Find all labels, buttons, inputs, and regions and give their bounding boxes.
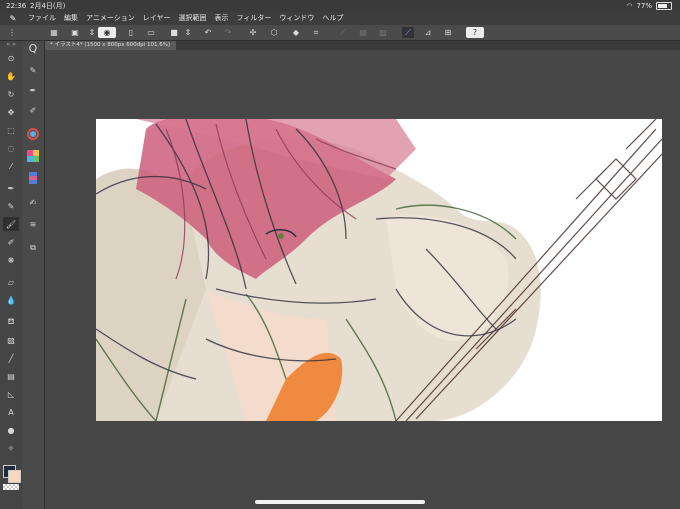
menu-layer[interactable]: レイヤー bbox=[139, 12, 175, 25]
drawing-canvas[interactable] bbox=[96, 119, 662, 421]
sub-color-swatch[interactable] bbox=[8, 470, 21, 483]
ruler-snap-icon[interactable]: ⟋ bbox=[402, 27, 414, 38]
collapse-icon[interactable]: « » bbox=[0, 41, 22, 48]
gradient-icon[interactable]: ▨ bbox=[3, 333, 19, 347]
menu-view[interactable]: 表示 bbox=[211, 12, 233, 25]
brush-icon[interactable]: 🖌 bbox=[3, 217, 19, 231]
lasso-icon[interactable]: ◌ bbox=[3, 141, 19, 155]
new-file-icon[interactable]: ▯ bbox=[125, 27, 137, 38]
move-icon[interactable]: ✥ bbox=[3, 105, 19, 119]
color-swatches[interactable] bbox=[3, 465, 21, 483]
app-logo-icon[interactable]: ✎ bbox=[6, 14, 20, 23]
color-set-icon[interactable] bbox=[25, 149, 41, 163]
status-right: ◠ 77% bbox=[626, 0, 672, 12]
layout-alt-icon[interactable]: ▣ bbox=[69, 27, 81, 38]
menu-selection[interactable]: 選択範囲 bbox=[175, 12, 211, 25]
perspective-icon[interactable]: ⊿ bbox=[422, 27, 434, 38]
menu-animation[interactable]: アニメーション bbox=[82, 12, 139, 25]
correction-icon[interactable]: ✧ bbox=[3, 441, 19, 455]
menu-edit[interactable]: 編集 bbox=[60, 12, 82, 25]
hand-icon[interactable]: ✋ bbox=[3, 69, 19, 83]
clear-icon[interactable]: ⬡ bbox=[268, 27, 280, 38]
text-icon[interactable]: A bbox=[3, 405, 19, 419]
menu-window[interactable]: ウィンドウ bbox=[275, 12, 318, 25]
undo-icon[interactable]: ↶ bbox=[202, 27, 214, 38]
search-icon[interactable]: Q bbox=[25, 41, 41, 55]
redo-icon[interactable]: ↷ bbox=[222, 27, 234, 38]
fill-icon[interactable]: ◆ bbox=[290, 27, 302, 38]
fill-bucket-icon[interactable]: ⛾ bbox=[3, 315, 19, 329]
document-tab[interactable]: * イラスト4* (1500 x 800px 600dpi 101.6%) bbox=[44, 41, 177, 50]
rotate-icon[interactable]: ↻ bbox=[3, 87, 19, 101]
sub-tool-palette: Q ✎ ✒ ✐ ✍ ≋ ⧉ bbox=[22, 41, 45, 509]
command-bar: ⋮ ▦ ▣ ⇕ ◉ ▯ ▭ ■ ⇕ ↶ ↷ ✣ ⬡ ◆ ⌗ ⟋ ▤ ▧ ⟋ ⊿ … bbox=[0, 25, 680, 41]
artwork-sketch bbox=[96, 119, 662, 421]
menu-grid-icon[interactable]: ⋮ bbox=[6, 27, 18, 38]
status-time: 22:36 bbox=[6, 2, 27, 10]
similar-color-icon[interactable]: ✍ bbox=[25, 195, 41, 209]
menu-filter[interactable]: フィルター bbox=[233, 12, 276, 25]
eyedropper-icon[interactable]: ⁄ bbox=[3, 159, 19, 173]
battery-percent: 77% bbox=[636, 2, 652, 10]
ruler-tool-icon[interactable]: ◺ bbox=[3, 387, 19, 401]
view-icon[interactable]: ◉ bbox=[98, 27, 116, 38]
status-date: 2月4日(月) bbox=[30, 2, 66, 10]
layer-snap-icon[interactable]: ▧ bbox=[377, 27, 389, 38]
stepper-icon[interactable]: ⇕ bbox=[86, 27, 98, 38]
airbrush-icon[interactable]: ✐ bbox=[3, 235, 19, 249]
frame-icon[interactable]: ▤ bbox=[3, 369, 19, 383]
navigator-icon[interactable]: ⧉ bbox=[25, 241, 41, 255]
intermediate-color-icon[interactable] bbox=[25, 171, 41, 185]
open-file-icon[interactable]: ▭ bbox=[145, 27, 157, 38]
brush-sub-2-icon[interactable]: ✒ bbox=[25, 83, 41, 97]
battery-icon bbox=[656, 2, 672, 10]
snap-icon[interactable]: ▤ bbox=[357, 27, 369, 38]
document-tab-bar: * イラスト4* (1500 x 800px 600dpi 101.6%) bbox=[44, 41, 680, 50]
ruler-icon[interactable]: ⟋ bbox=[337, 27, 349, 38]
color-wheel-icon[interactable] bbox=[25, 127, 41, 141]
transform-icon[interactable]: ✣ bbox=[247, 27, 259, 38]
help-icon[interactable]: ? bbox=[466, 27, 484, 38]
balloon-icon[interactable]: ● bbox=[3, 423, 19, 437]
wifi-icon: ◠ bbox=[626, 2, 633, 10]
brush-sub-1-icon[interactable]: ✎ bbox=[25, 63, 41, 77]
home-indicator[interactable] bbox=[255, 500, 425, 504]
special-ruler-icon[interactable]: ⊞ bbox=[442, 27, 454, 38]
select-rect-icon[interactable]: ⬚ bbox=[3, 123, 19, 137]
transparent-color-swatch[interactable] bbox=[3, 484, 19, 490]
figure-icon[interactable]: ╱ bbox=[3, 351, 19, 365]
layout-icon[interactable]: ▦ bbox=[48, 27, 60, 38]
menu-bar: ✎ ファイル 編集 アニメーション レイヤー 選択範囲 表示 フィルター ウィン… bbox=[0, 12, 680, 25]
brush-sub-3-icon[interactable]: ✐ bbox=[25, 103, 41, 117]
blend-icon[interactable]: 💧 bbox=[3, 293, 19, 307]
status-bar: 22:36 2月4日(月) ◠ 77% bbox=[0, 0, 680, 12]
crop-icon[interactable]: ⌗ bbox=[310, 27, 322, 38]
tool-palette: « » ⊙ ✋ ↻ ✥ ⬚ ◌ ⁄ ✒ ✎ 🖌 ✐ ❋ ▱ 💧 ⛾ ▨ ╱ ▤ … bbox=[0, 41, 23, 509]
layer-icon[interactable]: ≋ bbox=[25, 217, 41, 231]
zoom-icon[interactable]: ⊙ bbox=[3, 51, 19, 65]
save-icon[interactable]: ■ bbox=[168, 27, 180, 38]
eraser-icon[interactable]: ▱ bbox=[3, 275, 19, 289]
pencil-icon[interactable]: ✎ bbox=[3, 199, 19, 213]
stepper-2-icon[interactable]: ⇕ bbox=[182, 27, 194, 38]
menu-file[interactable]: ファイル bbox=[24, 12, 60, 25]
pen-icon[interactable]: ✒ bbox=[3, 181, 19, 195]
decoration-icon[interactable]: ❋ bbox=[3, 253, 19, 267]
menu-help[interactable]: ヘルプ bbox=[318, 12, 347, 25]
